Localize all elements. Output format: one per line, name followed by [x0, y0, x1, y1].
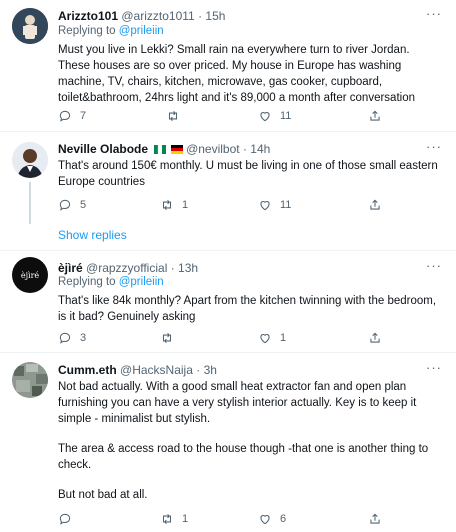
retweet-count: 1	[182, 199, 189, 211]
more-icon[interactable]: ···	[426, 258, 442, 273]
show-replies-link[interactable]: Show replies	[58, 228, 127, 242]
avatar[interactable]	[12, 8, 48, 44]
tweet-header: Arizzto101 @arizzto1011 · 15h	[58, 9, 225, 23]
timestamp[interactable]: · 15h	[198, 9, 225, 23]
share-icon	[370, 513, 380, 524]
reply-icon	[59, 199, 71, 211]
reply-icon	[59, 332, 71, 344]
display-name[interactable]: Neville Olabode	[58, 142, 148, 156]
reply-button[interactable]: 5	[58, 198, 86, 212]
like-count: 6	[280, 513, 287, 525]
handle[interactable]: @nevilbot	[186, 142, 240, 156]
like-count: 1	[280, 332, 287, 344]
retweet-icon	[162, 332, 172, 344]
replying-to-link[interactable]: @prileiin	[119, 25, 164, 37]
replying-to-link[interactable]: @prileiin	[119, 276, 164, 288]
avatar[interactable]	[12, 362, 48, 398]
heart-icon	[260, 112, 270, 122]
tweet-actions: 1 6	[58, 512, 438, 528]
reply-icon	[59, 513, 71, 525]
retweet-icon	[162, 199, 172, 211]
handle[interactable]: @arizzto1011	[121, 9, 194, 23]
tweet-text-paragraph-3: But not bad at all.	[58, 489, 148, 501]
replying-to: Replying to @prileiin	[58, 276, 164, 288]
timestamp[interactable]: · 3h	[196, 363, 217, 377]
tweet-header: Cumm.eth @HacksNaija · 3h	[58, 363, 217, 377]
tweet-4[interactable]: Cumm.eth @HacksNaija · 3h ··· Not bad ac…	[0, 353, 456, 532]
like-button[interactable]: 6	[258, 512, 286, 526]
share-button[interactable]	[368, 331, 382, 345]
more-icon[interactable]: ···	[426, 139, 442, 154]
share-icon	[370, 199, 380, 210]
share-button[interactable]	[368, 198, 382, 212]
like-count: 11	[280, 199, 292, 211]
reply-button[interactable]	[58, 512, 80, 526]
reply-count: 5	[80, 199, 87, 211]
avatar-text: èjìré	[20, 270, 40, 280]
display-name[interactable]: èjìré	[58, 261, 83, 275]
retweet-button[interactable]: 1	[160, 198, 188, 212]
display-name[interactable]: Arizzto101	[58, 9, 118, 23]
avatar[interactable]: èjìré	[12, 257, 48, 293]
tweet-1[interactable]: Arizzto101 @arizzto1011 · 15h ··· Replyi…	[0, 0, 456, 132]
tweet-actions: 3 1	[58, 331, 438, 347]
handle[interactable]: @rapzzyofficial	[86, 261, 167, 275]
retweet-button[interactable]	[160, 331, 182, 345]
germany-flag-icon	[170, 145, 183, 155]
share-button[interactable]	[368, 109, 382, 123]
timestamp[interactable]: · 13h	[171, 261, 198, 275]
like-button[interactable]: 11	[258, 198, 291, 212]
timestamp[interactable]: · 14h	[243, 142, 270, 156]
retweet-button[interactable]	[166, 109, 188, 123]
tweet-3[interactable]: èjìré èjìré @rapzzyofficial · 13h ··· Re…	[0, 251, 456, 351]
retweet-count: 1	[182, 513, 189, 525]
tweet-2[interactable]: Neville Olabode @nevilbot · 14h ··· That…	[0, 132, 456, 248]
share-icon	[370, 110, 380, 121]
reply-icon	[59, 110, 71, 122]
replying-to: Replying to @prileiin	[58, 25, 164, 37]
share-icon	[370, 332, 380, 343]
tweet-text: That's around 150€ monthly. U must be li…	[58, 160, 438, 188]
heart-icon	[260, 334, 270, 344]
tweet-text-paragraph-2: The area & access road to the house thou…	[58, 443, 429, 471]
display-name[interactable]: Cumm.eth	[58, 363, 117, 377]
tweet-text: Must you live in Lekki? Small rain na ev…	[58, 44, 415, 104]
more-icon[interactable]: ···	[426, 360, 442, 375]
retweet-icon	[162, 513, 172, 525]
heart-icon	[260, 515, 270, 525]
tweet-header: Neville Olabode @nevilbot · 14h	[58, 142, 270, 156]
avatar[interactable]	[12, 142, 48, 178]
tweet-header: èjìré @rapzzyofficial · 13h	[58, 261, 198, 275]
heart-icon	[260, 201, 270, 211]
retweet-icon	[168, 110, 178, 122]
tweet-actions: 7 11	[58, 109, 438, 125]
like-button[interactable]: 1	[258, 331, 286, 345]
like-count: 11	[280, 110, 292, 122]
reply-button[interactable]: 7	[58, 109, 86, 123]
handle[interactable]: @HacksNaija	[120, 363, 193, 377]
like-button[interactable]: 11	[258, 109, 291, 123]
reply-button[interactable]: 3	[58, 331, 86, 345]
thread-connector	[29, 182, 31, 224]
nigeria-flag-icon	[154, 145, 167, 155]
share-button[interactable]	[368, 512, 382, 526]
reply-count: 7	[80, 110, 87, 122]
more-icon[interactable]: ···	[426, 6, 442, 21]
tweet-text: That's like 84k monthly? Apart from the …	[58, 295, 437, 323]
tweet-actions: 5 1 11	[58, 198, 438, 214]
retweet-button[interactable]: 1	[160, 512, 188, 526]
tweet-text-paragraph-1: Not bad actually. With a good small heat…	[58, 381, 417, 425]
reply-count: 3	[80, 332, 87, 344]
